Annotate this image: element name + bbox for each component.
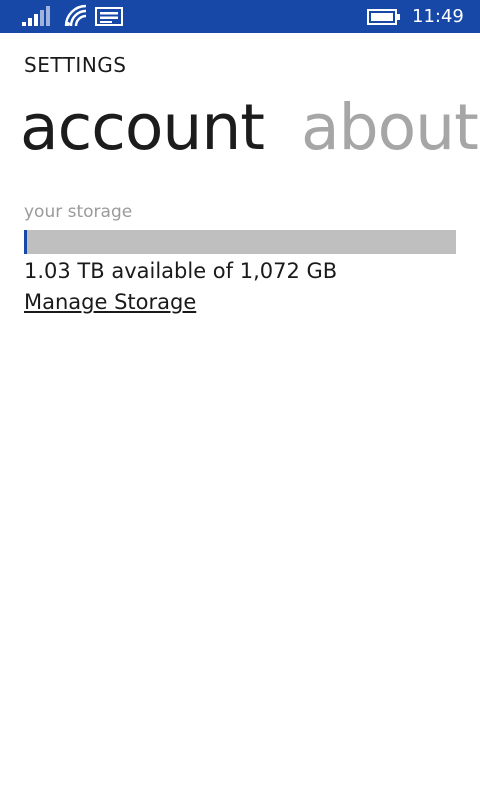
manage-storage-link[interactable]: Manage Storage xyxy=(24,290,196,314)
pivot-tab-about[interactable]: about xyxy=(301,88,479,168)
pivot-tab-account[interactable]: account xyxy=(20,88,265,168)
pivot-header: account about xyxy=(20,88,480,168)
storage-summary: 1.03 TB available of 1,072 GB xyxy=(24,259,338,283)
signal-strength-icon xyxy=(22,6,50,26)
storage-bar-fill xyxy=(24,230,27,254)
storage-bar xyxy=(24,230,456,254)
clock-time: 11:49 xyxy=(412,6,464,27)
app-title: SETTINGS xyxy=(24,53,127,77)
message-icon xyxy=(95,7,123,26)
status-bar: 11:49 xyxy=(0,0,480,33)
storage-label: your storage xyxy=(24,202,133,222)
wifi-icon xyxy=(64,4,87,27)
battery-icon xyxy=(367,9,400,25)
